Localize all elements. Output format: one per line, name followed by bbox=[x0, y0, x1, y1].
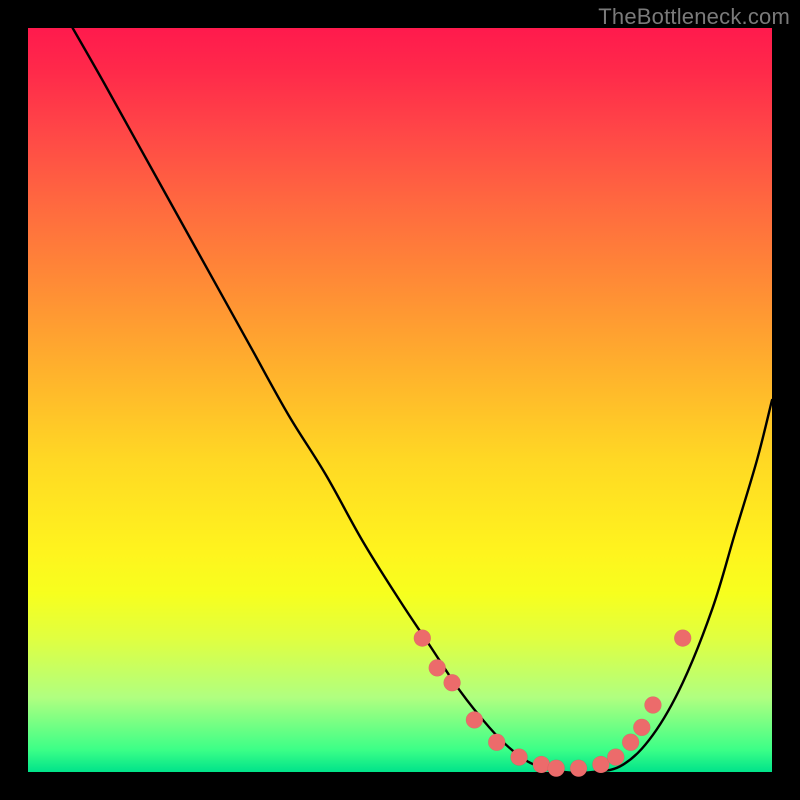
marker-dots-group bbox=[414, 630, 691, 777]
marker-dot bbox=[548, 760, 565, 777]
chart-plot-area bbox=[28, 28, 772, 772]
marker-dot bbox=[674, 630, 691, 647]
marker-dot bbox=[570, 760, 587, 777]
marker-dot bbox=[607, 749, 624, 766]
marker-dot bbox=[644, 697, 661, 714]
marker-dot bbox=[533, 756, 550, 773]
marker-dot bbox=[444, 674, 461, 691]
marker-dot bbox=[429, 659, 446, 676]
marker-dot bbox=[592, 756, 609, 773]
marker-dot bbox=[622, 734, 639, 751]
marker-dot bbox=[633, 719, 650, 736]
marker-dot bbox=[414, 630, 431, 647]
marker-dot bbox=[466, 711, 483, 728]
watermark-text: TheBottleneck.com bbox=[598, 4, 790, 30]
marker-dot bbox=[488, 734, 505, 751]
bottleneck-chart-svg bbox=[28, 28, 772, 772]
marker-dot bbox=[511, 749, 528, 766]
bottleneck-curve bbox=[73, 28, 772, 773]
